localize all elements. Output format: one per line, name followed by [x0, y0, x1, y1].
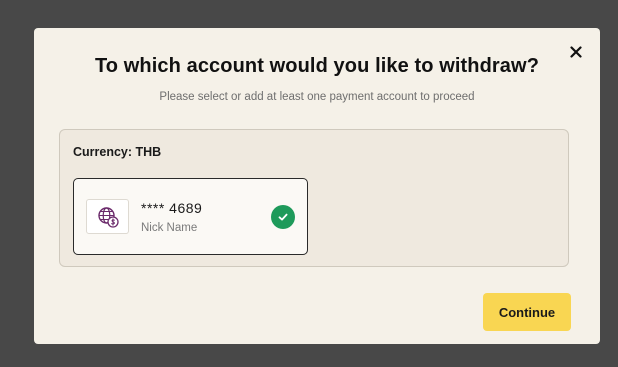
selected-badge: [271, 205, 295, 229]
account-icon-container: [86, 199, 129, 234]
withdraw-account-dialog: To which account would you like to withd…: [34, 28, 600, 344]
check-icon: [278, 213, 288, 221]
payment-account-card[interactable]: **** 4689 Nick Name: [73, 178, 308, 255]
account-nick-name: Nick Name: [141, 222, 198, 234]
dialog-subtitle: Please select or add at least one paymen…: [159, 91, 475, 103]
globe-dollar-icon: [97, 206, 119, 228]
dialog-title: To which account would you like to withd…: [94, 55, 540, 77]
currency-panel: Currency: THB **** 4689 Nick Name: [59, 129, 569, 267]
currency-label: Currency: THB: [73, 145, 162, 159]
continue-button[interactable]: Continue: [483, 293, 571, 331]
account-number: **** 4689: [141, 200, 203, 216]
